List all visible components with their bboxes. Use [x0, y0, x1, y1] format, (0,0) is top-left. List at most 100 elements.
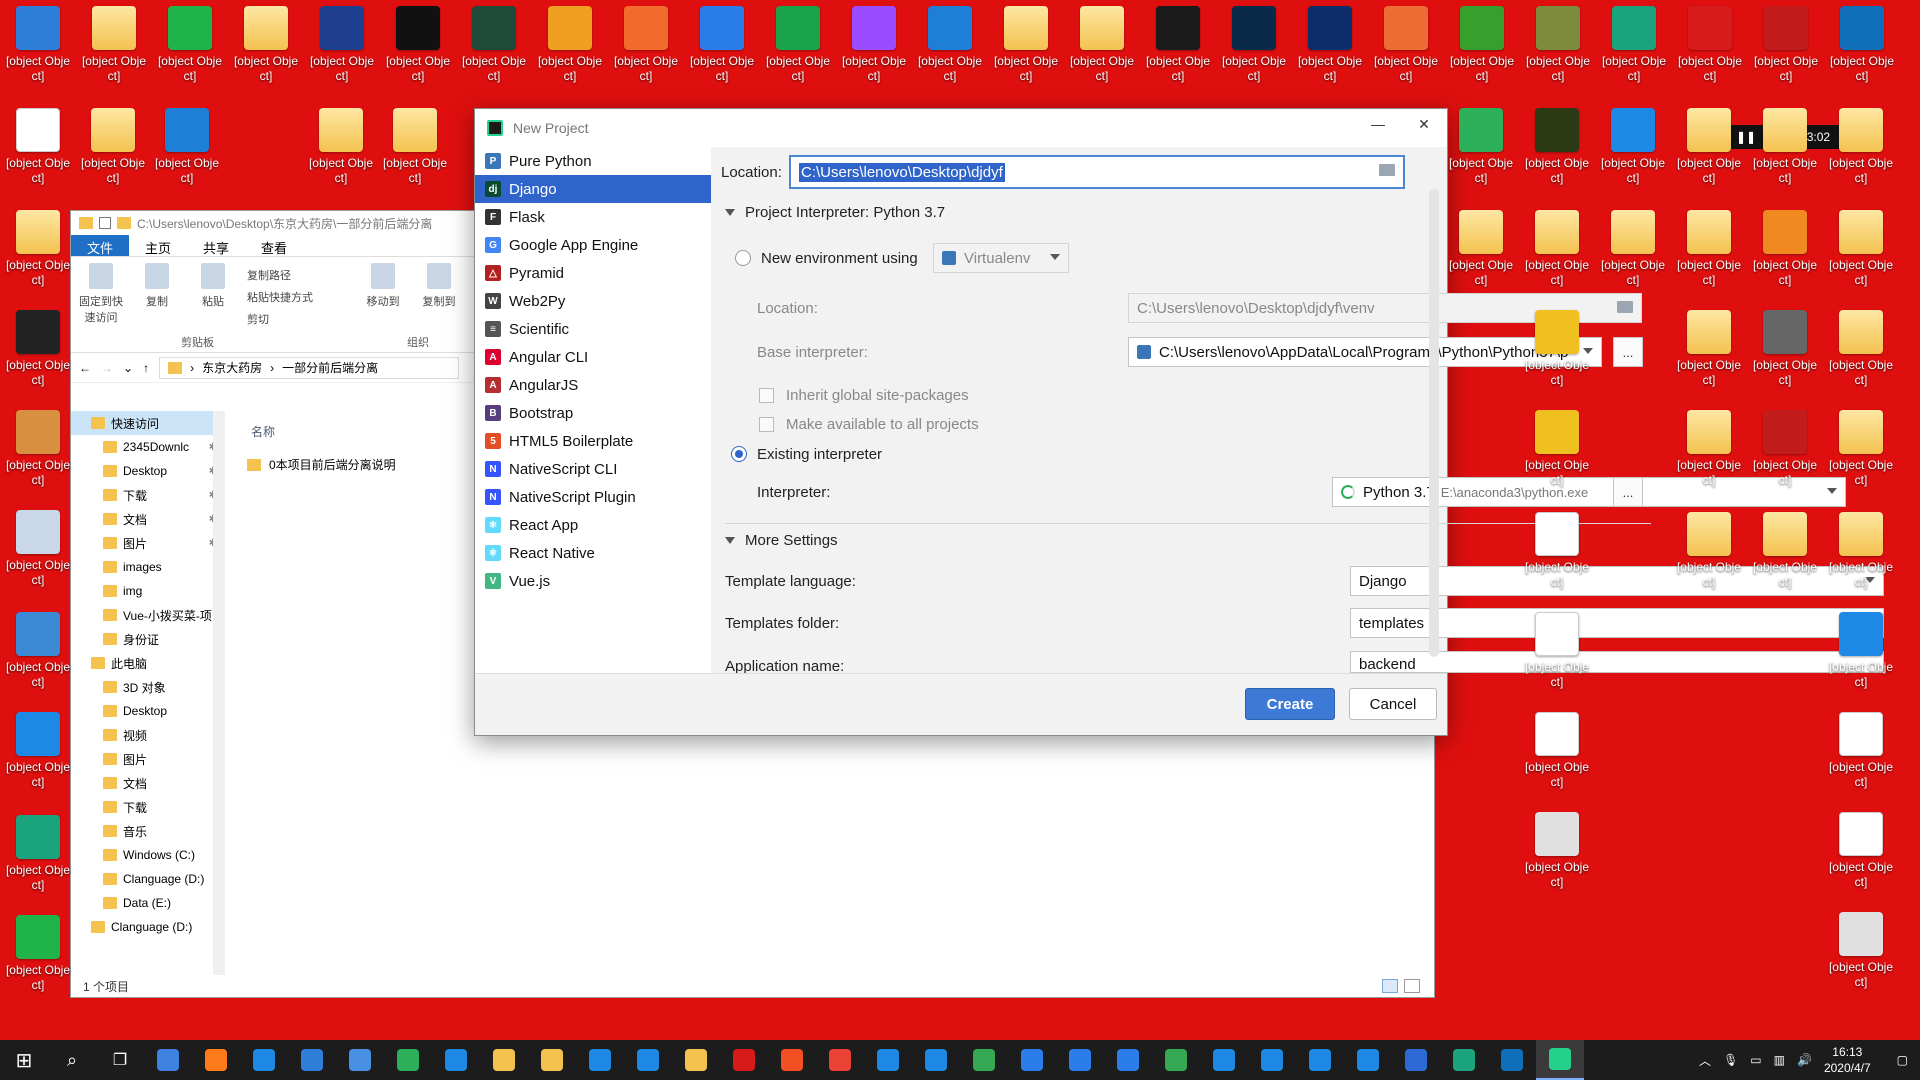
address-bar[interactable]: › 东京大药房 › 一部分前后端分离 — [159, 356, 460, 379]
interpreter-section-toggle[interactable]: Project Interpreter: Python 3.7 — [725, 197, 945, 227]
tab-file[interactable]: 文件 — [71, 235, 130, 256]
microphone-icon[interactable]: 🎙 — [1723, 1053, 1738, 1067]
nav-item[interactable]: 快速访问 — [71, 411, 221, 435]
desktop-icon[interactable]: [object Object] — [1674, 210, 1744, 288]
close-button[interactable]: ✕ — [1401, 109, 1447, 139]
search-button[interactable]: ⌕ — [48, 1040, 96, 1080]
nav-item[interactable]: images — [71, 555, 221, 579]
create-button[interactable]: Create — [1245, 688, 1335, 720]
desktop-icon[interactable]: [object Object] — [1522, 108, 1592, 186]
nav-item[interactable]: Vue-小拨买菜-项 — [71, 603, 221, 627]
clock[interactable]: 16:13 2020/4/7 — [1824, 1044, 1871, 1076]
env-tool-select[interactable]: Virtualenv — [933, 243, 1069, 273]
taskbar-app-button[interactable] — [720, 1040, 768, 1080]
taskbar-app-button[interactable] — [1344, 1040, 1392, 1080]
taskbar-app-button[interactable] — [1008, 1040, 1056, 1080]
nav-item[interactable]: 文档 — [71, 771, 221, 795]
desktop-icon[interactable]: [object Object] — [383, 6, 453, 84]
recent-dropdown-icon[interactable]: ⌄ — [123, 361, 133, 375]
taskbar-app-button[interactable] — [1056, 1040, 1104, 1080]
desktop-icon[interactable]: [object Object] — [459, 6, 529, 84]
desktop-icon[interactable]: [object Object] — [1522, 712, 1592, 790]
desktop-icon[interactable]: [object Object] — [1750, 108, 1820, 186]
desktop-icon[interactable]: [object Object] — [3, 915, 73, 993]
taskbar-app-button[interactable] — [1248, 1040, 1296, 1080]
desktop-icon[interactable]: [object Object] — [1750, 210, 1820, 288]
nav-item[interactable]: Desktop — [71, 699, 221, 723]
desktop-icon[interactable]: [object Object] — [3, 210, 73, 288]
desktop-icon[interactable]: [object Object] — [1067, 6, 1137, 84]
base-interpreter-browse-button[interactable]: ... — [1613, 337, 1643, 367]
nav-item[interactable]: img — [71, 579, 221, 603]
desktop-icon[interactable]: [object Object] — [1446, 108, 1516, 186]
copy-path-button[interactable]: 复制路径 — [247, 267, 313, 283]
desktop-icon[interactable]: [object Object] — [3, 410, 73, 488]
project-type-item[interactable]: ≡ Scientific — [475, 315, 711, 343]
desktop-icon[interactable]: [object Object] — [1522, 410, 1592, 488]
paste-shortcut-button[interactable]: 粘贴快捷方式 — [247, 289, 313, 305]
taskbar-app-button[interactable] — [1104, 1040, 1152, 1080]
chevron-up-icon[interactable]: ︿ — [1699, 1052, 1711, 1069]
nav-item[interactable]: Data (E:) — [71, 891, 221, 915]
desktop-icon[interactable]: [object Object] — [3, 712, 73, 790]
taskbar-app-button[interactable] — [384, 1040, 432, 1080]
nav-item[interactable]: Desktop✱ — [71, 459, 221, 483]
breadcrumb-item[interactable]: 东京大药房 — [202, 359, 262, 376]
desktop-icon[interactable]: [object Object] — [78, 108, 148, 186]
desktop-icon[interactable]: [object Object] — [1522, 512, 1592, 590]
desktop-icon[interactable]: [object Object] — [1295, 6, 1365, 84]
desktop-icon[interactable]: [object Object] — [611, 6, 681, 84]
details-view-icon[interactable] — [1382, 979, 1398, 993]
desktop-icon[interactable]: [object Object] — [79, 6, 149, 84]
nav-item[interactable]: 此电脑 — [71, 651, 221, 675]
settings-scrollbar[interactable] — [1429, 189, 1439, 657]
taskbar-app-button[interactable] — [1200, 1040, 1248, 1080]
taskbar-app-button[interactable] — [1392, 1040, 1440, 1080]
project-type-item[interactable]: ⚛ React Native — [475, 539, 711, 567]
desktop-icon[interactable]: [object Object] — [1675, 6, 1745, 84]
tab-home[interactable]: 主页 — [129, 235, 187, 256]
taskbar-app-button[interactable] — [432, 1040, 480, 1080]
project-type-item[interactable]: F Flask — [475, 203, 711, 231]
nav-item[interactable]: 2345Downlc✱ — [71, 435, 221, 459]
desktop-icon[interactable]: [object Object] — [535, 6, 605, 84]
desktop-icon[interactable]: [object Object] — [3, 108, 73, 186]
desktop-icon[interactable]: [object Object] — [3, 612, 73, 690]
taskbar-app-button[interactable] — [288, 1040, 336, 1080]
project-type-item[interactable]: N NativeScript Plugin — [475, 483, 711, 511]
desktop-icon[interactable]: [object Object] — [1674, 108, 1744, 186]
desktop-icon[interactable]: [object Object] — [1447, 6, 1517, 84]
project-type-item[interactable]: G Google App Engine — [475, 231, 711, 259]
taskbar-app-button[interactable] — [1488, 1040, 1536, 1080]
more-settings-toggle[interactable]: More Settings — [725, 525, 838, 555]
tiles-view-icon[interactable] — [1404, 979, 1420, 993]
taskbar-app-button[interactable] — [240, 1040, 288, 1080]
project-type-item[interactable]: A AngularJS — [475, 371, 711, 399]
pin-quick-access-button[interactable]: 固定到快速访问 — [79, 263, 123, 346]
nav-item[interactable]: 3D 对象 — [71, 675, 221, 699]
desktop-icon[interactable]: [object Object] — [380, 108, 450, 186]
existing-interpreter-option[interactable]: Existing interpreter — [731, 439, 882, 469]
interpreter-browse-button[interactable]: ... — [1613, 477, 1643, 507]
back-icon[interactable]: ← — [79, 361, 91, 375]
nav-item[interactable]: 身份证 — [71, 627, 221, 651]
browse-folder-icon[interactable] — [1379, 164, 1395, 176]
desktop-icon[interactable]: [object Object] — [1826, 812, 1896, 890]
desktop-icon[interactable]: [object Object] — [1371, 6, 1441, 84]
nav-item[interactable]: 图片✱ — [71, 531, 221, 555]
desktop-icon[interactable]: [object Object] — [1598, 108, 1668, 186]
taskbar-app-button[interactable] — [816, 1040, 864, 1080]
taskbar-app-button[interactable] — [192, 1040, 240, 1080]
inherit-checkbox[interactable] — [759, 387, 774, 403]
desktop-icon[interactable]: [object Object] — [3, 310, 73, 388]
desktop-icon[interactable]: [object Object] — [1826, 108, 1896, 186]
move-to-button[interactable]: 移动到 — [361, 263, 405, 346]
nav-item[interactable]: Clanguage (D:) — [71, 915, 221, 939]
nav-item[interactable]: Windows (C:) — [71, 843, 221, 867]
desktop-icon[interactable]: [object Object] — [1826, 210, 1896, 288]
taskbar-app-button[interactable] — [144, 1040, 192, 1080]
nav-item[interactable]: 下载✱ — [71, 483, 221, 507]
cut-button[interactable]: 剪切 — [247, 311, 313, 327]
desktop-icon[interactable]: [object Object] — [915, 6, 985, 84]
desktop-icon[interactable]: [object Object] — [1522, 310, 1592, 388]
